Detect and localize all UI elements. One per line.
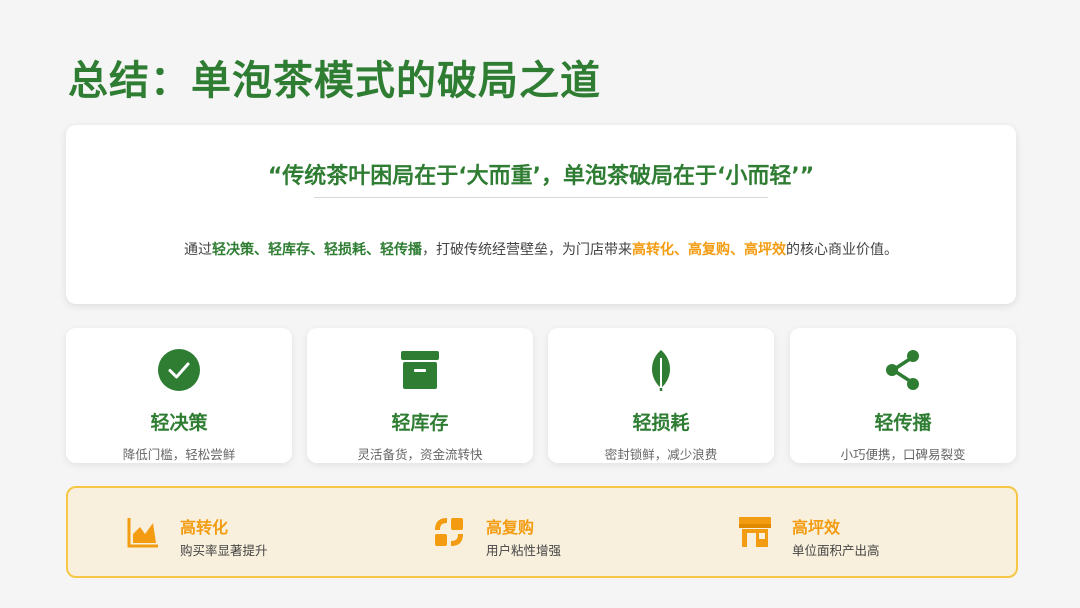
benefit-title: 高转化: [180, 518, 229, 537]
check-circle-icon: [158, 349, 200, 391]
benefit-title: 高坪效: [792, 518, 841, 537]
store-icon: [739, 517, 771, 547]
summary-prefix: 通过: [184, 242, 212, 258]
feature-card-spread: 轻传播 小巧便携，口碑易裂变: [790, 328, 1016, 463]
area-chart-icon: [127, 518, 158, 548]
box-icon: [401, 351, 439, 389]
feature-card-inventory: 轻库存 灵活备货，资金流转快: [307, 328, 533, 463]
feature-title: 轻库存: [391, 412, 449, 434]
feature-desc: 密封锁鲜，减少浪费: [604, 447, 718, 462]
benefit-desc: 购买率显著提升: [180, 543, 268, 558]
quote-text: “传统茶叶困局在于‘大而重’，单泡茶破局在于‘小而轻’”: [267, 164, 815, 189]
summary-lights: 轻决策、轻库存、轻损耗、轻传播: [212, 242, 422, 258]
feature-card-decision: 轻决策 降低门槛，轻松尝鲜: [66, 328, 292, 463]
feature-desc: 降低门槛，轻松尝鲜: [122, 447, 236, 462]
feature-desc: 小巧便携，口碑易裂变: [840, 447, 966, 462]
benefits-panel: 高转化 购买率显著提升 高复购 用户粘性增强 高坪效 单位面积产出高: [66, 486, 1018, 578]
feature-title: 轻传播: [874, 412, 932, 434]
repeat-icon: [435, 518, 463, 546]
feature-title: 轻损耗: [632, 412, 690, 434]
benefit-desc: 用户粘性增强: [486, 543, 562, 558]
summary-middle: ，打破传统经营壁垒，为门店带来: [422, 242, 632, 258]
feature-card-loss: 轻损耗 密封锁鲜，减少浪费: [548, 328, 774, 463]
benefit-title: 高复购: [486, 518, 535, 537]
page-title: 总结：单泡茶模式的破局之道: [68, 57, 601, 104]
quote-divider: [314, 197, 768, 198]
feature-desc: 灵活备货，资金流转快: [357, 447, 483, 462]
feature-title: 轻决策: [150, 412, 208, 434]
quote-card: “传统茶叶困局在于‘大而重’，单泡茶破局在于‘小而轻’” 通过轻决策、轻库存、轻…: [66, 125, 1016, 304]
summary-text: 通过轻决策、轻库存、轻损耗、轻传播，打破传统经营壁垒，为门店带来高转化、高复购、…: [66, 239, 1016, 259]
leaf-icon: [652, 350, 670, 391]
share-icon: [886, 350, 919, 390]
summary-suffix: 的核心商业价值。: [786, 242, 898, 258]
benefit-desc: 单位面积产出高: [792, 543, 880, 558]
summary-highs: 高转化、高复购、高坪效: [632, 242, 786, 258]
